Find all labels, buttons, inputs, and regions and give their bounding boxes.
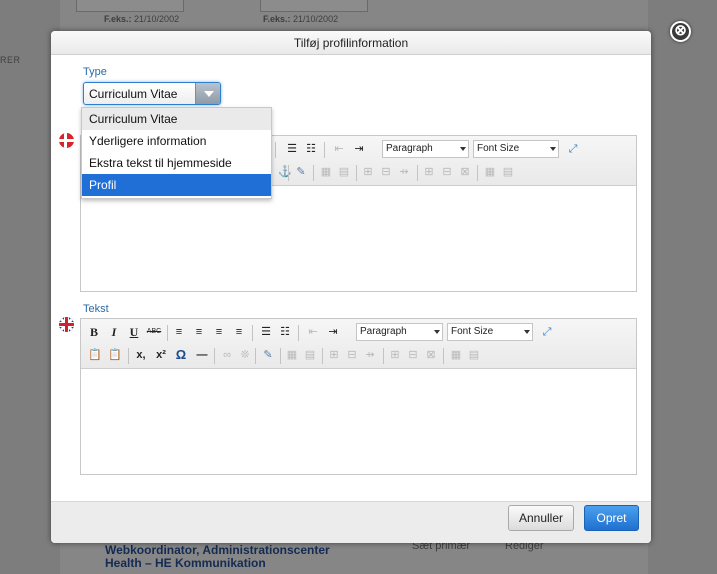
chevron-down-icon[interactable] (195, 83, 220, 104)
dialog-title: Tilføj profilinformation (51, 31, 651, 55)
format-select[interactable]: Paragraph (356, 323, 443, 341)
underline-button[interactable]: U (127, 323, 141, 341)
format-select[interactable]: Paragraph (382, 140, 469, 158)
table-props-icon[interactable]: ▤ (337, 163, 351, 181)
toolbar-separator (417, 165, 418, 181)
special-char-button[interactable]: Ω (173, 346, 189, 364)
row-props-icon[interactable]: ▤ (501, 163, 515, 181)
type-dropdown-list: Curriculum Vitae Yderligere information … (81, 107, 272, 199)
bold-button[interactable]: B (87, 323, 101, 341)
merge-cells-icon[interactable]: ⊠ (424, 346, 438, 364)
table-icon[interactable]: ▦ (319, 163, 333, 181)
editor-text-area[interactable] (81, 370, 636, 474)
toolbar-separator (167, 325, 168, 341)
date-input-box (76, 0, 184, 12)
bullet-list-icon[interactable]: ☰ (258, 323, 274, 341)
font-size-select[interactable]: Font Size (473, 140, 559, 158)
outdent-icon[interactable]: ⇤ (331, 140, 347, 158)
toolbar-separator (322, 348, 323, 364)
horizontal-rule-button[interactable]: — (193, 346, 211, 364)
background-row-title: Webkoordinator, Administrationscenter (105, 543, 330, 557)
indent-icon[interactable]: ⇥ (325, 323, 341, 341)
subscript-button[interactable]: x, (133, 346, 149, 364)
dropdown-option[interactable]: Yderligere information (82, 130, 271, 152)
editor-text-area[interactable] (81, 187, 636, 291)
delete-col-icon[interactable]: ⊟ (406, 346, 420, 364)
indent-icon[interactable]: ⇥ (351, 140, 367, 158)
dropdown-option[interactable]: Ekstra tekst til hjemmeside (82, 152, 271, 174)
outdent-icon[interactable]: ⇤ (305, 323, 321, 341)
align-left-icon[interactable]: ≡ (171, 323, 187, 341)
cell-props-icon[interactable]: ▦ (483, 163, 497, 181)
toolbar-separator (356, 165, 357, 181)
rich-text-editor-english: B I U ABC ≡ ≡ ≡ ≡ ☰ ☷ ⇤ ⇥ Paragraph Font… (80, 318, 637, 475)
toolbar-separator (288, 165, 289, 181)
table-icon[interactable]: ▦ (285, 346, 299, 364)
toolbar-separator (443, 348, 444, 364)
merge-cells-icon[interactable]: ⊠ (458, 163, 472, 181)
edit-html-icon[interactable]: ✎ (260, 346, 276, 364)
delete-row-icon[interactable]: ⊟ (345, 346, 359, 364)
table-props-icon[interactable]: ▤ (303, 346, 317, 364)
paste-word-icon[interactable]: 📋 (107, 346, 123, 364)
numbered-list-icon[interactable]: ☷ (303, 140, 319, 158)
create-button[interactable]: Opret (584, 505, 639, 531)
toolbar-separator (477, 165, 478, 181)
anchor-icon[interactable]: ⚓ (277, 163, 293, 181)
toolbar-separator (383, 348, 384, 364)
close-icon[interactable]: ⊗ (670, 21, 691, 42)
toolbar-separator (280, 348, 281, 364)
fullscreen-icon[interactable]: ⤢ (565, 140, 581, 158)
toolbar-separator (275, 142, 276, 158)
italic-button[interactable]: I (107, 323, 121, 341)
insert-col-icon[interactable]: ⊞ (388, 346, 402, 364)
align-right-icon[interactable]: ≡ (211, 323, 227, 341)
edit-html-icon[interactable]: ✎ (293, 163, 309, 181)
toolbar-separator (313, 165, 314, 181)
row-props-icon[interactable]: ▤ (467, 346, 481, 364)
numbered-list-icon[interactable]: ☷ (277, 323, 293, 341)
toolbar-separator (324, 142, 325, 158)
font-size-select[interactable]: Font Size (447, 323, 533, 341)
uk-flag-icon (59, 317, 74, 332)
split-cell-icon[interactable]: ⇸ (363, 346, 377, 364)
toolbar-separator (255, 348, 256, 364)
paste-text-icon[interactable]: 📋 (87, 346, 103, 364)
align-center-icon[interactable]: ≡ (191, 323, 207, 341)
dropdown-option[interactable]: Profil (82, 174, 271, 196)
insert-row-icon[interactable]: ⊞ (327, 346, 341, 364)
toolbar-separator (252, 325, 253, 341)
unlink-icon[interactable]: ❊ (237, 346, 253, 364)
toolbar-separator (214, 348, 215, 364)
background-row-subtitle: Health – HE Kommunikation (105, 556, 266, 570)
cell-props-icon[interactable]: ▦ (449, 346, 463, 364)
align-justify-icon[interactable]: ≡ (231, 323, 247, 341)
background-label: RER (0, 55, 21, 65)
editor-toolbar: B I U ABC ≡ ≡ ≡ ≡ ☰ ☷ ⇤ ⇥ Paragraph Font… (81, 319, 636, 369)
dropdown-option[interactable]: Curriculum Vitae (82, 108, 271, 130)
toolbar-separator (298, 325, 299, 341)
fullscreen-icon[interactable]: ⤢ (539, 323, 555, 341)
date-hint: F.eks.: 21/10/2002 (263, 14, 339, 24)
insert-col-icon[interactable]: ⊞ (422, 163, 436, 181)
insert-row-icon[interactable]: ⊞ (361, 163, 375, 181)
superscript-button[interactable]: x² (153, 346, 169, 364)
type-select[interactable]: Curriculum Vitae (83, 82, 221, 105)
denmark-flag-icon (59, 133, 74, 148)
delete-row-icon[interactable]: ⊟ (379, 163, 393, 181)
type-select-value: Curriculum Vitae (89, 87, 178, 101)
toolbar-separator (128, 348, 129, 364)
date-hint: F.eks.: 21/10/2002 (104, 14, 180, 24)
cancel-button[interactable]: Annuller (508, 505, 574, 531)
type-label: Type (83, 66, 107, 78)
split-cell-icon[interactable]: ⇸ (397, 163, 411, 181)
bullet-list-icon[interactable]: ☰ (284, 140, 300, 158)
text-label: Tekst (83, 303, 109, 315)
delete-col-icon[interactable]: ⊟ (440, 163, 454, 181)
strikethrough-button[interactable]: ABC (145, 323, 163, 341)
date-input-box (260, 0, 368, 12)
link-icon[interactable]: ∞ (219, 346, 235, 364)
